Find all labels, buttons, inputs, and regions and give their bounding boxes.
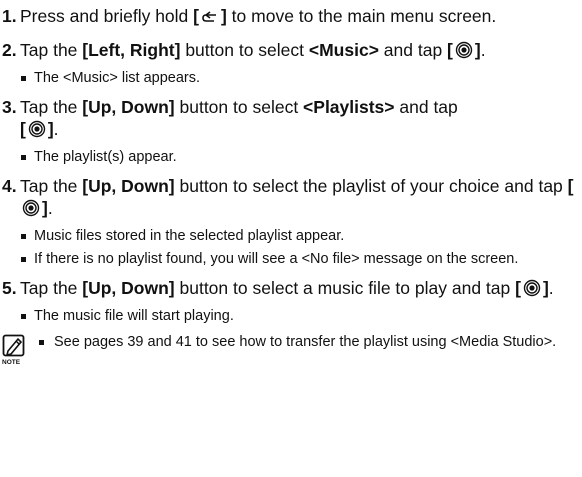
button-label-up-down: [Up, Down] — [82, 278, 175, 298]
step-text: Press and briefly hold — [20, 6, 194, 26]
step-text: Tap the — [20, 97, 83, 117]
bullet-list: The music file will start playing. — [20, 308, 576, 325]
bracket-open: [ — [20, 119, 26, 139]
step-number: 3. — [2, 97, 17, 117]
step-4: 4. Tap the [Up, Down] button to select t… — [2, 175, 576, 268]
step-number: 5. — [2, 278, 17, 298]
button-label-up-down: [Up, Down] — [82, 176, 175, 196]
step-text: button to select — [180, 40, 309, 60]
step-text: . — [53, 119, 59, 139]
step-text: Tap the — [20, 278, 83, 298]
step-3: 3. Tap the [Up, Down] button to select <… — [2, 96, 576, 166]
step-text: . — [47, 198, 53, 218]
step-2: 2. Tap the [Left, Right] button to selec… — [2, 39, 576, 87]
bracket-open: [ — [567, 176, 574, 196]
select-icon — [22, 199, 40, 222]
step-number: 2. — [2, 40, 17, 60]
bullet-item: The playlist(s) appear. — [20, 149, 576, 166]
menu-label-playlists: <Playlists> — [303, 97, 395, 117]
step-number: 4. — [2, 176, 17, 196]
back-icon — [201, 8, 219, 30]
select-icon — [28, 120, 46, 143]
note-icon: NOTE — [2, 334, 28, 366]
step-text: . — [548, 278, 554, 298]
step-1: 1. Press and briefly hold [] to move to … — [2, 5, 576, 30]
menu-label-music: <Music> — [308, 40, 379, 60]
manual-page: 1. Press and briefly hold [] to move to … — [0, 0, 582, 477]
select-icon — [523, 279, 541, 302]
bracket-open: [ — [193, 6, 199, 26]
note-block: NOTE See pages 39 and 41 to see how to t… — [2, 334, 576, 366]
select-icon — [455, 41, 473, 64]
step-text: button to select the playlist of your ch… — [174, 176, 568, 196]
bullet-list: The playlist(s) appear. — [20, 149, 576, 166]
button-label-left-right: [Left, Right] — [82, 40, 181, 60]
bullet-item: The <Music> list appears. — [20, 70, 576, 87]
step-text: button to select — [174, 97, 304, 117]
note-text: See pages 39 and 41 to see how to transf… — [38, 334, 576, 351]
step-text: and tap — [394, 97, 458, 117]
step-text: Tap the — [20, 40, 83, 60]
bullet-list: The <Music> list appears. — [20, 70, 576, 87]
bullet-item: Music files stored in the selected playl… — [20, 228, 576, 245]
step-number: 1. — [2, 6, 17, 26]
step-text: to move to the main menu screen. — [226, 6, 497, 26]
step-text: Tap the — [20, 176, 83, 196]
button-label-up-down: [Up, Down] — [82, 97, 175, 117]
step-text: . — [480, 40, 486, 60]
bullet-item: The music file will start playing. — [20, 308, 576, 325]
step-text: button to select a music file to play an… — [174, 278, 516, 298]
note-icon-label: NOTE — [2, 359, 21, 366]
step-text: and tap — [378, 40, 448, 60]
bullet-list: Music files stored in the selected playl… — [20, 228, 576, 268]
bracket-open: [ — [447, 40, 453, 60]
bullet-item: If there is no playlist found, you will … — [20, 251, 576, 268]
bracket-open: [ — [515, 278, 521, 298]
step-5: 5. Tap the [Up, Down] button to select a… — [2, 277, 576, 325]
